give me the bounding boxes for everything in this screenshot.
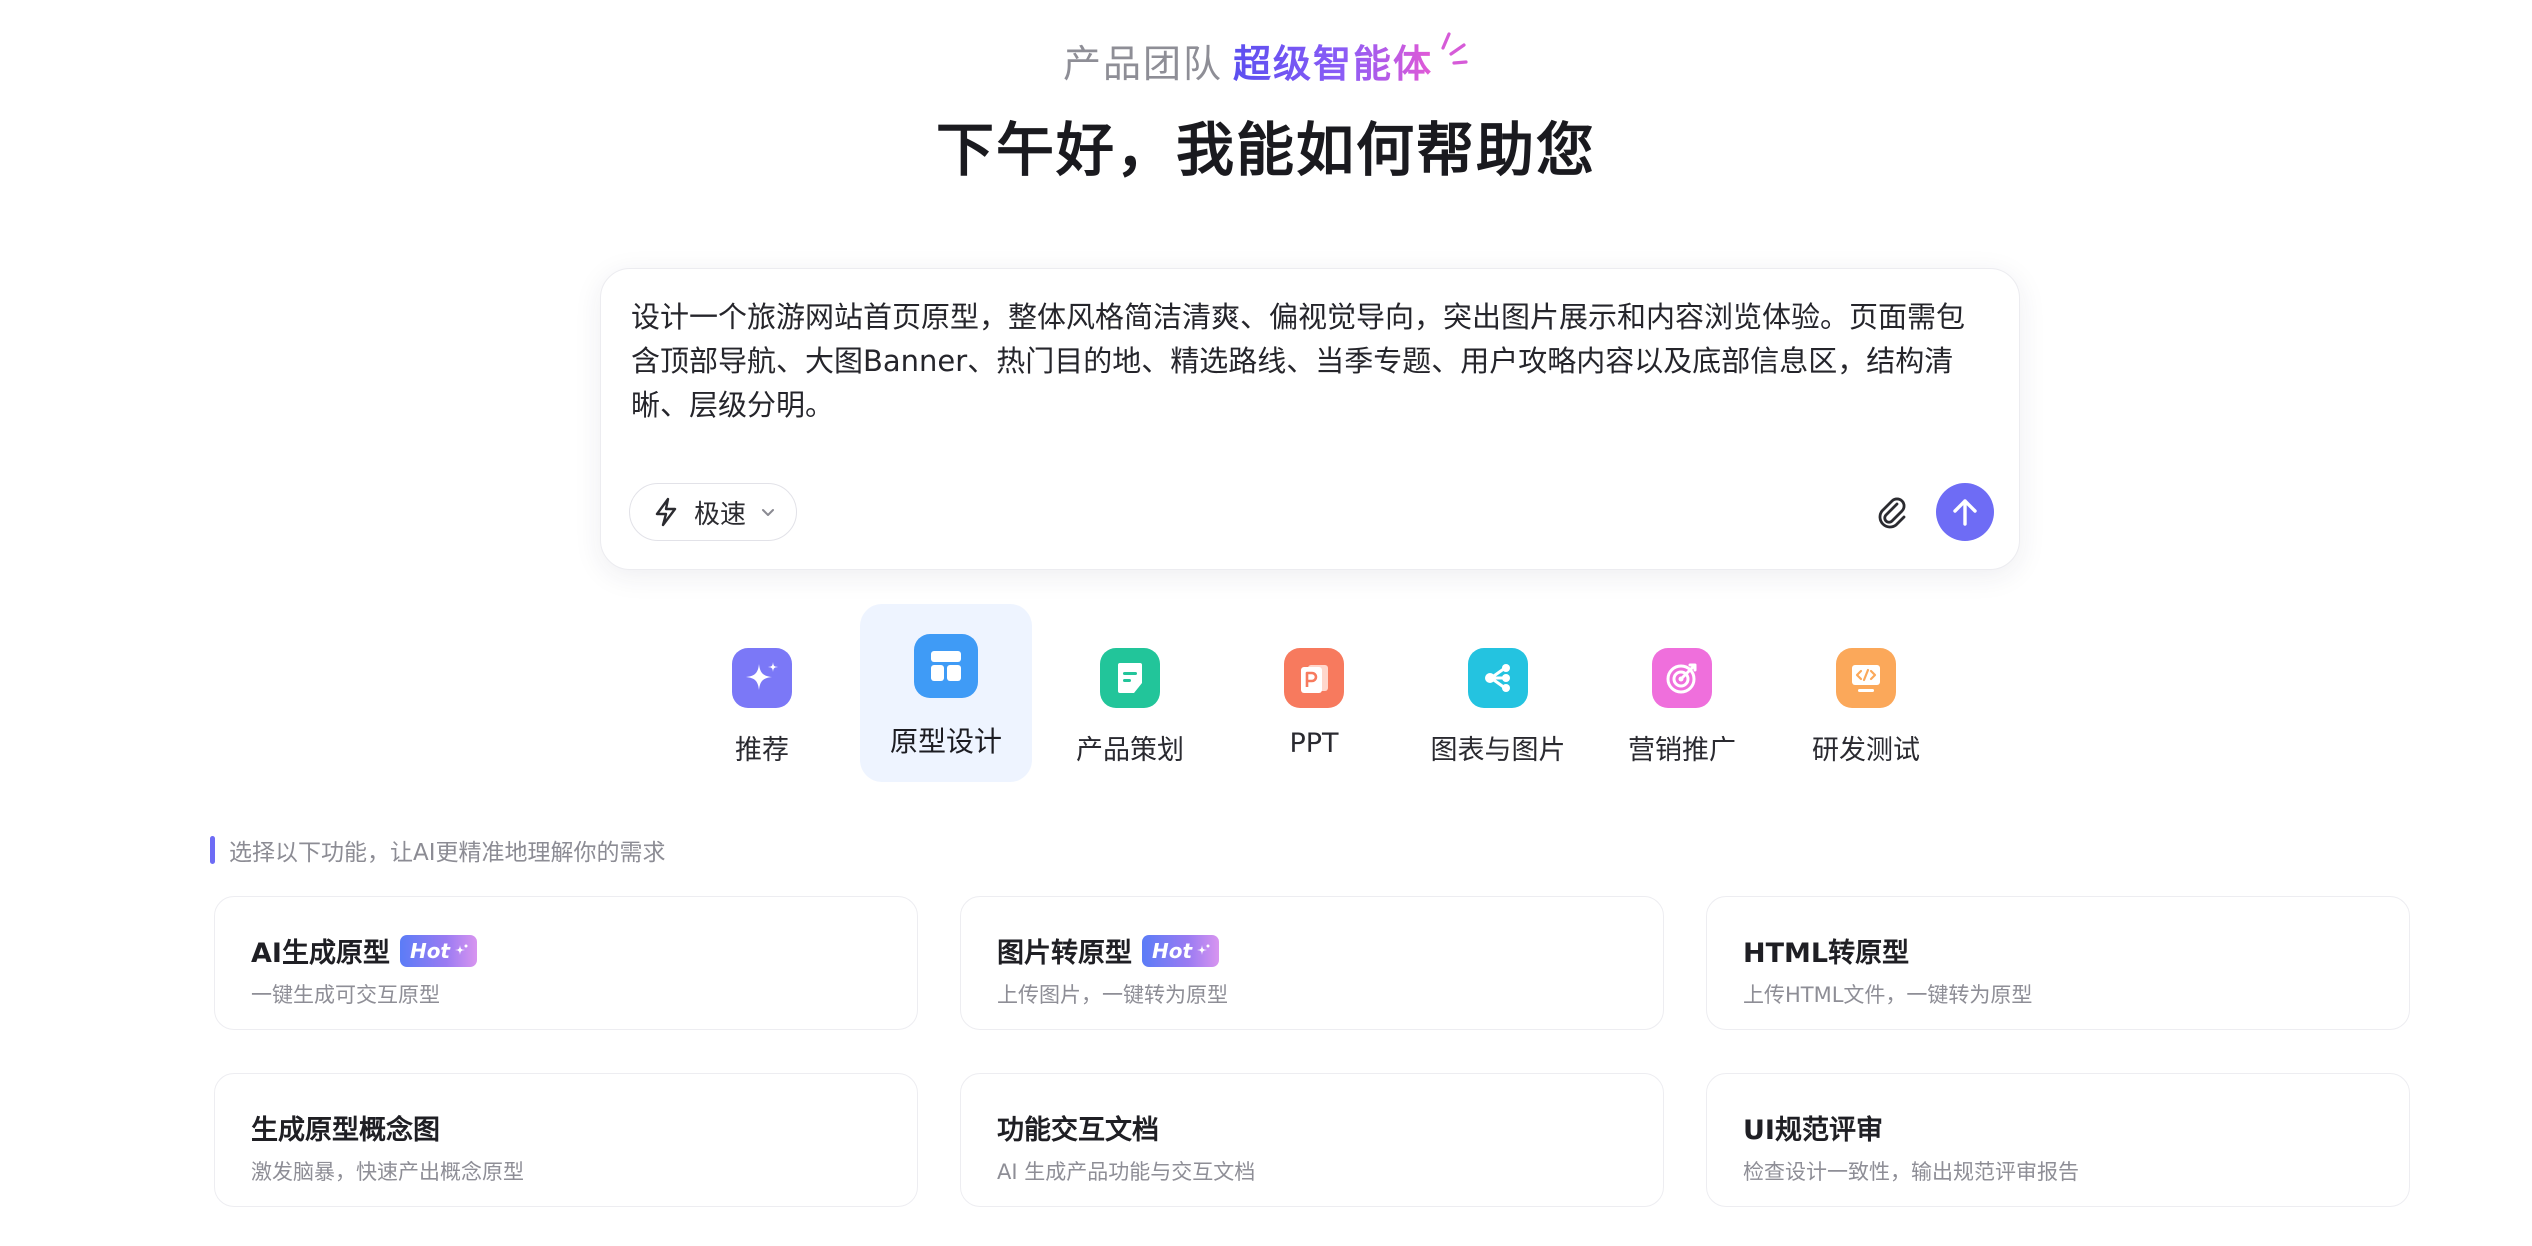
feature-title: 生成原型概念图 <box>251 1108 440 1147</box>
feature-title: HTML转原型 <box>1743 931 1909 970</box>
speed-mode-label: 极速 <box>694 499 747 530</box>
feature-title-text: 图片转原型 <box>997 938 1132 969</box>
layout-icon <box>914 634 978 698</box>
tab-marketing[interactable]: 营销推广 <box>1596 604 1768 782</box>
tab-product-planning[interactable]: 产品策划 <box>1044 604 1216 782</box>
feature-title-text: HTML转原型 <box>1743 938 1910 969</box>
paperclip-icon <box>1878 497 1906 529</box>
feature-card-concept-image[interactable]: 生成原型概念图 激发脑暴，快速产出概念原型 <box>214 1073 918 1207</box>
sparkle-icon <box>732 648 792 708</box>
feature-desc: 上传图片，一键转为原型 <box>997 983 1228 1007</box>
ppt-icon <box>1284 648 1344 708</box>
feature-title-text: AI生成原型 <box>251 938 390 969</box>
document-icon <box>1100 648 1160 708</box>
feature-title-text: 生成原型概念图 <box>251 1115 440 1146</box>
feature-title: AI生成原型 Hot <box>251 931 477 970</box>
feature-desc: 上传HTML文件，一键转为原型 <box>1743 983 2033 1007</box>
feature-card-ai-prototype[interactable]: AI生成原型 Hot 一键生成可交互原型 <box>214 896 918 1030</box>
feature-desc: 检查设计一致性，输出规范评审报告 <box>1743 1160 2079 1184</box>
tab-prototype-design[interactable]: 原型设计 <box>860 604 1032 782</box>
hint-text: 选择以下功能，让AI更精准地理解你的需求 <box>229 840 666 866</box>
brand-agent-label: 超级智能体 <box>1233 42 1434 86</box>
hot-badge-label: Hot <box>409 938 450 963</box>
tab-dev-test[interactable]: 研发测试 <box>1780 604 1952 782</box>
greeting-title: 下午好，我能如何帮助您 <box>935 116 1596 184</box>
feature-card-image-to-prototype[interactable]: 图片转原型 Hot 上传图片，一键转为原型 <box>960 896 1664 1030</box>
chevron-down-icon <box>762 509 775 516</box>
speed-mode-dropdown[interactable]: 极速 <box>629 483 797 541</box>
brand-team-label: 产品团队 <box>1062 42 1223 86</box>
feature-title-text: 功能交互文档 <box>997 1115 1159 1146</box>
tab-label: 图表与图片 <box>1430 735 1566 766</box>
lightning-icon <box>655 497 677 527</box>
feature-title: 图片转原型 Hot <box>997 931 1220 970</box>
attach-button[interactable] <box>1869 489 1915 535</box>
feature-title-text: UI规范评审 <box>1743 1115 1883 1146</box>
tab-label: PPT <box>1289 728 1339 759</box>
tab-label: 营销推广 <box>1628 735 1736 766</box>
tab-label: 推荐 <box>735 735 789 766</box>
tab-label: 原型设计 <box>889 725 1002 758</box>
feature-title: UI规范评审 <box>1743 1108 1883 1147</box>
hot-badge: Hot <box>1142 934 1220 967</box>
sparkle-icon <box>1197 944 1210 955</box>
brand-line: 产品团队 超级智能体 <box>0 32 2532 90</box>
arrow-up-icon <box>1953 499 1977 526</box>
tab-recommend[interactable]: 推荐 <box>676 604 848 782</box>
target-icon <box>1652 648 1712 708</box>
prompt-card: 设计一个旅游网站首页原型，整体风格简洁清爽、偏视觉导向，突出图片展示和内容浏览体… <box>600 268 2020 570</box>
feature-desc: 一键生成可交互原型 <box>251 983 440 1007</box>
category-tabs: 推荐 原型设计 产品策划 PPT 图表与图片 营销推广 研发测试 <box>0 604 2532 784</box>
prompt-input[interactable]: 设计一个旅游网站首页原型，整体风格简洁清爽、偏视觉导向，突出图片展示和内容浏览体… <box>631 295 1991 427</box>
feature-card-html-to-prototype[interactable]: HTML转原型 上传HTML文件，一键转为原型 <box>1706 896 2410 1030</box>
feature-title: 功能交互文档 <box>997 1108 1159 1147</box>
hint-accent-bar <box>210 836 215 864</box>
feature-card-ui-review[interactable]: UI规范评审 检查设计一致性，输出规范评审报告 <box>1706 1073 2410 1207</box>
section-hint: 选择以下功能，让AI更精准地理解你的需求 <box>210 835 666 866</box>
send-button[interactable] <box>1936 483 1994 541</box>
sparkle-icon <box>455 944 468 955</box>
feature-card-interaction-doc[interactable]: 功能交互文档 AI 生成产品功能与交互文档 <box>960 1073 1664 1207</box>
tab-ppt[interactable]: PPT <box>1228 604 1400 782</box>
sparkle-decoration-icon <box>1441 32 1468 65</box>
hot-badge-label: Hot <box>1152 938 1193 963</box>
page: 产品团队 超级智能体 下午好，我能如何帮助您 设计一个旅游网站首页原型，整体风格简… <box>0 0 2532 1246</box>
feature-desc: AI 生成产品功能与交互文档 <box>997 1160 1256 1184</box>
feature-desc: 激发脑暴，快速产出概念原型 <box>251 1160 524 1184</box>
tab-charts-images[interactable]: 图表与图片 <box>1412 604 1584 782</box>
code-monitor-icon <box>1836 648 1896 708</box>
share-nodes-icon <box>1468 648 1528 708</box>
tab-label: 产品策划 <box>1076 735 1184 766</box>
hot-badge: Hot <box>399 934 477 967</box>
tab-label: 研发测试 <box>1812 735 1920 766</box>
